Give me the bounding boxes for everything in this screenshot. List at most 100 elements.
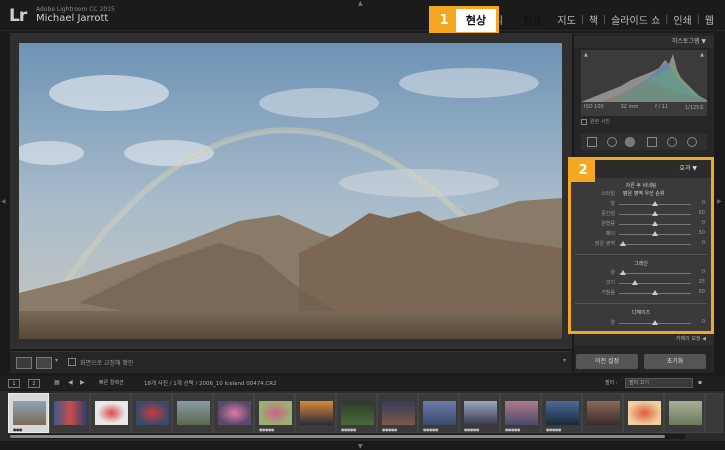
slider-value[interactable]: 50 <box>699 230 705 236</box>
filmstrip-scrollbar[interactable] <box>10 434 685 439</box>
module-book[interactable]: 책 <box>584 12 603 27</box>
filmstrip-thumbnail[interactable] <box>131 393 172 433</box>
filmstrip-thumbnail[interactable] <box>213 393 254 433</box>
shadow-clipping-icon[interactable]: ▲ <box>584 52 588 58</box>
filmstrip-thumbnail[interactable] <box>49 393 90 433</box>
filmstrip-thumbnail[interactable] <box>582 393 623 433</box>
module-print[interactable]: 인쇄 <box>668 12 696 27</box>
toolbar-menu-icon[interactable]: ▾ <box>563 357 566 364</box>
original-photo-checkbox[interactable] <box>581 118 587 125</box>
before-after-button[interactable] <box>36 357 52 369</box>
thumbnail-image <box>177 401 210 425</box>
dehaze-amount-slider[interactable]: 양 0 <box>577 319 705 327</box>
module-web[interactable]: 웹 <box>700 12 719 27</box>
reset-button[interactable]: 초기화 <box>644 354 706 369</box>
filmstrip-thumbnail[interactable] <box>172 393 213 433</box>
vignette-midpoint-slider[interactable]: 중간점 50 <box>577 210 705 218</box>
filmstrip-thumbnail[interactable]: ●●●●● <box>500 393 541 433</box>
slider-value[interactable]: 50 <box>699 210 705 216</box>
histogram-header[interactable]: 히스토그램 ▼ <box>574 36 714 48</box>
slider-thumb[interactable] <box>652 201 658 206</box>
original-photo-toggle[interactable]: 원본 사진 <box>581 118 610 125</box>
filmstrip-thumbnail[interactable] <box>705 393 723 433</box>
filmstrip-thumbnail[interactable]: ●●● <box>8 393 49 433</box>
camera-info: ISO 100 32 mm f / 11 1/125초 <box>581 104 707 111</box>
back-arrow-icon[interactable]: ◀ <box>68 379 73 386</box>
grain-roughness-slider[interactable]: 거칠음 50 <box>577 289 705 297</box>
filmstrip-thumbnail[interactable]: ●●●●● <box>336 393 377 433</box>
red-eye-icon[interactable] <box>625 137 635 147</box>
forward-arrow-icon[interactable]: ▶ <box>80 379 85 386</box>
thumbnail-image <box>95 401 128 425</box>
slider-thumb[interactable] <box>632 280 638 285</box>
slider-value[interactable]: 0 <box>702 240 705 246</box>
slider-thumb[interactable] <box>620 270 626 275</box>
right-panel-toggle-icon[interactable]: ▶ <box>717 198 722 205</box>
softproof-checkbox[interactable] <box>68 358 76 366</box>
filmstrip-thumbnail[interactable]: ●●●●● <box>377 393 418 433</box>
slider-track[interactable] <box>619 244 691 245</box>
vignette-roundness-slider[interactable]: 원형률 0 <box>577 220 705 228</box>
dehaze-title: 디헤이즈 <box>631 310 651 316</box>
crop-tool-icon[interactable] <box>587 137 597 147</box>
collapse-filmstrip-icon[interactable]: ▼ <box>358 443 363 450</box>
module-slideshow[interactable]: 슬라이드 쇼 <box>606 12 665 27</box>
slider-thumb[interactable] <box>620 241 626 246</box>
vignette-highlights-slider[interactable]: 밝은 영역 0 <box>577 240 705 248</box>
module-map[interactable]: 지도 <box>552 12 580 27</box>
slider-thumb[interactable] <box>652 290 658 295</box>
adjustment-brush-icon[interactable] <box>687 137 697 147</box>
highlight-clipping-icon[interactable]: ▲ <box>700 52 704 58</box>
filter-lock-icon[interactable]: ▪ <box>698 379 702 386</box>
slider-thumb[interactable] <box>652 221 658 226</box>
slider-thumb[interactable] <box>652 211 658 216</box>
grain-size-slider[interactable]: 크기 25 <box>577 279 705 287</box>
filmstrip-thumbnail[interactable]: ●●●●● <box>541 393 582 433</box>
slider-value[interactable]: 0 <box>702 319 705 325</box>
develop-module-highlighted[interactable]: 현상 <box>456 9 496 32</box>
collapse-top-panel-icon[interactable]: ▲ <box>358 0 363 7</box>
spot-removal-icon[interactable] <box>607 137 617 147</box>
scrollbar-handle[interactable] <box>10 435 665 438</box>
slider-value[interactable]: 50 <box>699 289 705 295</box>
grid-view-icon[interactable]: ▦ <box>54 379 60 386</box>
filmstrip-thumbnail[interactable]: ●●●●● <box>254 393 295 433</box>
filmstrip-thumbnail[interactable]: ●●●●● <box>459 393 500 433</box>
main-photo[interactable] <box>19 43 562 339</box>
filter-select[interactable]: 필터 끄기 <box>625 378 693 388</box>
vignette-amount-slider[interactable]: 양 0 <box>577 200 705 208</box>
filmstrip-info[interactable]: 18개 사진 / 1개 선택 / 2006_10 Iceland 00474.C… <box>144 379 277 387</box>
graduated-filter-icon[interactable] <box>647 137 657 147</box>
slider-track[interactable] <box>619 283 691 284</box>
thumbnail-stars: ●●●●● <box>341 427 356 432</box>
slider-label: 양 <box>610 270 615 276</box>
slider-track[interactable] <box>619 273 691 274</box>
slider-value[interactable]: 0 <box>702 220 705 226</box>
camera-calibration-header[interactable]: 카메라 보정 ◀ <box>574 333 714 345</box>
post-crop-vignette-title: 자른 후 비네팅 <box>625 183 657 189</box>
filmstrip-thumbnail[interactable] <box>623 393 664 433</box>
grain-amount-slider[interactable]: 양 0 <box>577 269 705 277</box>
vignette-feather-slider[interactable]: 페더 50 <box>577 230 705 238</box>
slider-value[interactable]: 0 <box>702 269 705 275</box>
photo-toolbar: ▾ 화면으로 교정해 확인 ▾ <box>10 351 572 373</box>
slider-value[interactable]: 0 <box>702 200 705 206</box>
second-window-button[interactable]: 2 <box>28 379 40 388</box>
slider-value[interactable]: 25 <box>699 279 705 285</box>
slider-thumb[interactable] <box>652 231 658 236</box>
filmstrip-thumbnail[interactable]: ●●●●● <box>418 393 459 433</box>
previous-settings-button[interactable]: 이전 설정 <box>576 354 638 369</box>
chevron-down-icon[interactable]: ▾ <box>55 357 63 369</box>
radial-filter-icon[interactable] <box>667 137 677 147</box>
module-develop[interactable]: 현상 <box>518 12 546 27</box>
filmstrip-thumbnail[interactable] <box>295 393 336 433</box>
filmstrip-source[interactable]: 빠른 컬렉션 <box>99 379 124 386</box>
landscape-photo-image <box>19 43 562 339</box>
loupe-view-button[interactable] <box>16 357 32 369</box>
filmstrip-thumbnail[interactable] <box>90 393 131 433</box>
vignette-style-select[interactable]: 밝은 영역 우선 순위 <box>623 190 665 197</box>
left-panel-toggle-icon[interactable]: ◀ <box>1 198 6 205</box>
filmstrip-thumbnail[interactable] <box>664 393 705 433</box>
slider-thumb[interactable] <box>652 320 658 325</box>
main-window-button[interactable]: 1 <box>8 379 20 388</box>
